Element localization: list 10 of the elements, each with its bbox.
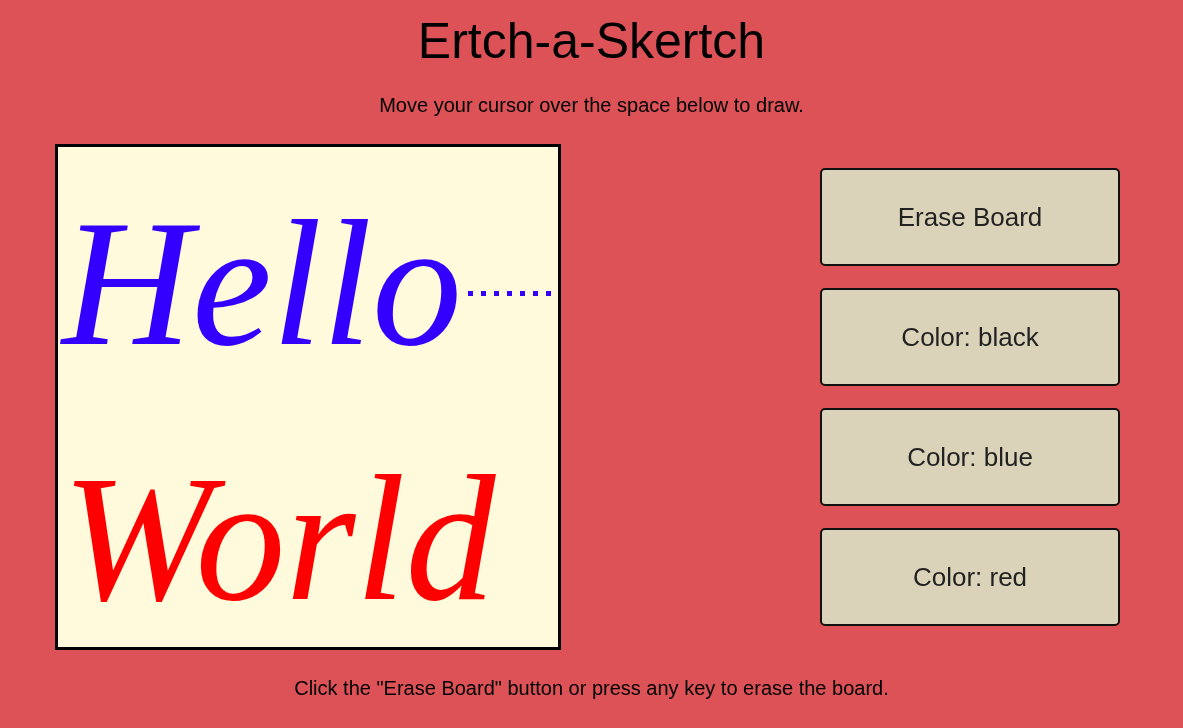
color-button[interactable]: Color: black: [820, 288, 1120, 386]
page-title: Ertch-a-Skertch: [417, 13, 766, 69]
drawing-board[interactable]: Hello World: [55, 144, 561, 650]
instructions-text: Move your cursor over the space below to draw.: [379, 93, 804, 117]
handwritten-word: Hello: [62, 184, 462, 383]
handwritten-word: World: [62, 439, 496, 638]
erase-button[interactable]: Erase Board: [820, 168, 1120, 266]
footer-text: Click the "Erase Board" button or press any key to erase the board.: [294, 676, 889, 700]
color-button[interactable]: Color: red: [820, 528, 1120, 626]
color-button[interactable]: Color: blue: [820, 408, 1120, 506]
